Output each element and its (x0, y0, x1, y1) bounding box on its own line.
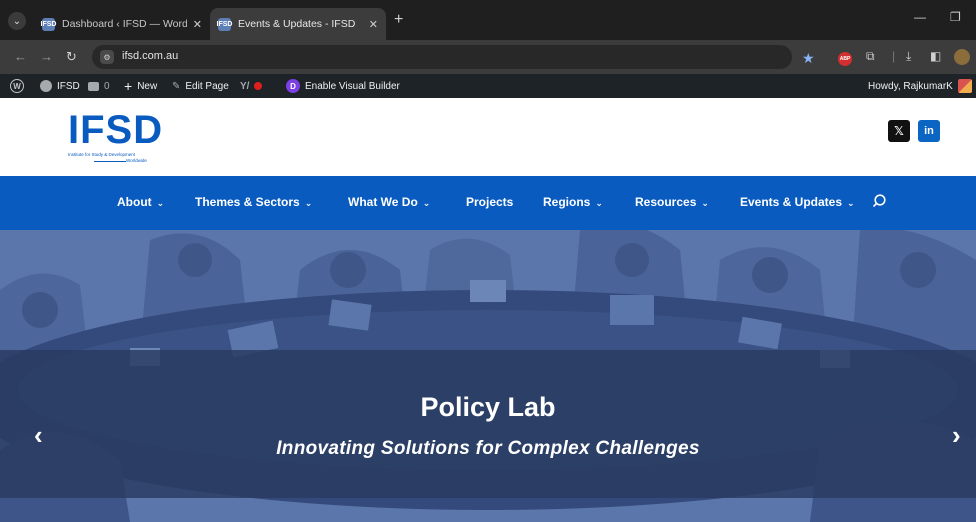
x-social-icon[interactable]: 𝕏 (888, 120, 910, 142)
site-name-label: IFSD (57, 80, 80, 92)
slider-next-arrow-icon[interactable]: › (952, 420, 961, 451)
new-label: New (137, 80, 158, 92)
new-tab-icon[interactable]: + (394, 12, 403, 28)
admin-comments[interactable]: 0 (88, 74, 110, 98)
nav-label: Projects (466, 195, 514, 209)
extensions-puzzle-icon[interactable]: ⧉ (866, 49, 875, 64)
nav-item-about[interactable]: About ⌄ (117, 195, 164, 209)
chevron-down-icon: ⌄ (304, 198, 313, 208)
tab-title: Dashboard ‹ IFSD — WordPress (62, 18, 187, 30)
plus-icon: + (124, 78, 133, 94)
admin-my-account[interactable]: Howdy, RajkumarK (868, 74, 976, 98)
nav-label: Events & Updates (740, 195, 843, 209)
logo-wordmark: IFSD (68, 108, 164, 152)
nav-item-what-we-do[interactable]: What We Do ⌄ (348, 195, 430, 209)
slider-prev-arrow-icon[interactable]: ‹ (34, 420, 43, 451)
browser-tab-dashboard[interactable]: IFSD Dashboard ‹ IFSD — WordPress ✕ (34, 8, 210, 40)
site-logo[interactable]: IFSD Institute for Study & Development W… (68, 108, 178, 168)
wp-logo-menu[interactable]: W (10, 74, 29, 98)
address-bar[interactable]: ⚙ ifsd.com.au ★ (92, 45, 815, 69)
nav-item-themes-sectors[interactable]: Themes & Sectors ⌄ (195, 195, 312, 209)
site-favicon-icon: IFSD (41, 17, 56, 31)
site-info-icon[interactable]: ⚙ (100, 50, 114, 64)
hero-title: Policy Lab (420, 392, 556, 422)
restore-icon[interactable]: ❐ (950, 10, 961, 24)
wordpress-logo-icon: W (10, 79, 24, 93)
seo-status-dot-icon (254, 82, 263, 90)
nav-label: About (117, 195, 152, 209)
wp-admin-bar: W IFSD 0 + New ✎ Edit Page Y/ D Enable V… (0, 74, 976, 98)
nav-item-projects[interactable]: Projects (466, 195, 513, 209)
chevron-down-icon: ⌄ (701, 198, 709, 208)
admin-site-name[interactable]: IFSD (40, 74, 80, 98)
divi-icon: D (286, 79, 300, 93)
chevron-down-icon: ⌄ (156, 198, 165, 208)
chevron-down-icon: ⌄ (595, 198, 603, 208)
browser-toolbar: ← → ↻ ⚙ ifsd.com.au ★ ABP ⧉ | ⤓ ◧ (0, 40, 976, 74)
site-favicon-icon: IFSD (217, 17, 232, 31)
url-text[interactable]: ifsd.com.au (122, 50, 178, 62)
edit-page-label: Edit Page (185, 80, 229, 92)
search-icon[interactable] (873, 193, 889, 209)
yoast-icon: Y/ (240, 80, 250, 92)
reload-icon[interactable]: ↻ (66, 49, 77, 65)
logo-tagline: Institute for Study & Development (68, 152, 136, 157)
hero-subtitle: Innovating Solutions for Complex Challen… (276, 438, 700, 459)
minimize-icon[interactable]: — (914, 10, 926, 24)
profile-avatar-icon[interactable] (954, 49, 970, 65)
admin-new-content[interactable]: + New (124, 74, 157, 98)
linkedin-social-icon[interactable]: in (918, 120, 940, 142)
toolbar-divider: | (892, 49, 896, 63)
tab-title: Events & Updates - IFSD (238, 18, 356, 30)
back-icon[interactable]: ← (14, 49, 27, 64)
admin-visual-builder[interactable]: D Enable Visual Builder (286, 74, 400, 98)
admin-edit-page[interactable]: ✎ Edit Page (172, 74, 229, 98)
visual-builder-label: Enable Visual Builder (305, 80, 400, 92)
nav-label: Resources (635, 195, 697, 209)
close-tab-icon[interactable]: ✕ (369, 18, 378, 31)
nav-label: What We Do (348, 195, 418, 209)
browser-tab-events[interactable]: IFSD Events & Updates - IFSD ✕ (210, 8, 386, 40)
browser-tab-strip: ⌄ IFSD Dashboard ‹ IFSD — WordPress ✕ IF… (0, 0, 976, 40)
site-header: IFSD Institute for Study & Development W… (0, 98, 976, 176)
side-panel-icon[interactable]: ◧ (930, 49, 941, 63)
close-tab-icon[interactable]: ✕ (193, 18, 202, 31)
dashboard-icon (40, 80, 52, 92)
bookmark-star-icon[interactable]: ★ (802, 50, 815, 67)
pencil-icon: ✎ (172, 80, 181, 92)
hero-caption-overlay (0, 350, 976, 498)
nav-label: Themes & Sectors (195, 195, 300, 209)
chevron-down-icon: ⌄ (422, 198, 431, 208)
logo-divider (94, 161, 126, 162)
forward-icon[interactable]: → (40, 49, 53, 64)
user-avatar-icon (957, 79, 972, 93)
tab-search-icon[interactable]: ⌄ (8, 12, 26, 30)
nav-label: Regions (543, 195, 591, 209)
logo-tagline-2: Worldwide (126, 158, 147, 163)
chevron-down-icon: ⌄ (847, 198, 855, 208)
comment-icon (88, 81, 99, 91)
comments-count: 0 (104, 80, 110, 92)
nav-item-resources[interactable]: Resources ⌄ (635, 195, 709, 209)
adblock-extension-icon[interactable]: ABP (838, 52, 852, 66)
admin-yoast-seo[interactable]: Y/ (240, 74, 267, 98)
nav-item-events-updates[interactable]: Events & Updates ⌄ (740, 195, 855, 209)
nav-item-regions[interactable]: Regions ⌄ (543, 195, 603, 209)
howdy-label: Howdy, RajkumarK (868, 80, 953, 92)
download-icon[interactable]: ⤓ (906, 49, 911, 64)
main-navigation: About ⌄ Themes & Sectors ⌄ What We Do ⌄ Pro… (0, 176, 976, 230)
